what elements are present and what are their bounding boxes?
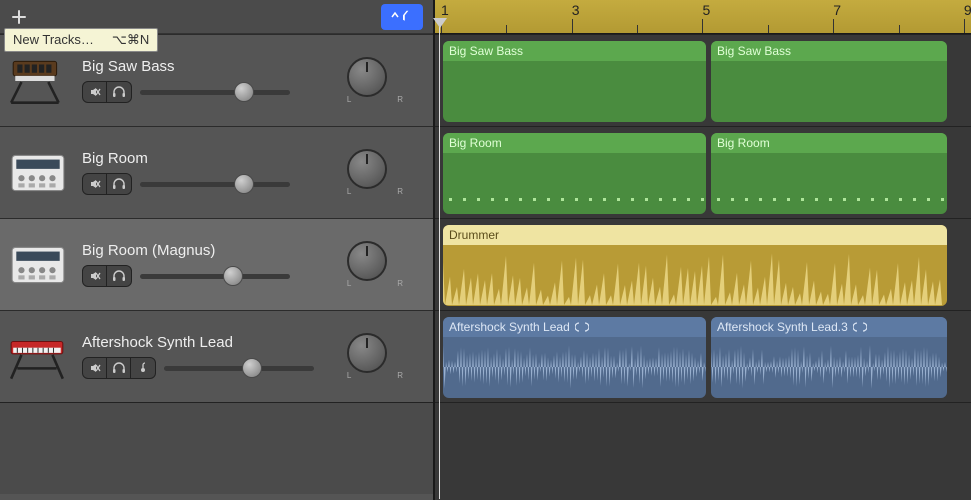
timeline-row[interactable]: Drummer [435,218,971,310]
pan-lr-label: L R [347,279,425,288]
region-label: Big Room [443,133,706,153]
pan-knob[interactable] [347,333,387,373]
solo-button[interactable] [107,358,131,378]
mute-button[interactable] [83,82,107,102]
record-icon [137,362,149,374]
ruler-marker: 9 [964,2,971,18]
volume-slider[interactable] [164,359,314,377]
loop-icon [575,321,589,333]
tooltip-label: New Tracks… [13,32,94,48]
pan-lr-label: L R [347,371,425,380]
pan-knob[interactable] [347,241,387,281]
pan-lr-label: L R [347,95,425,104]
ruler-marker: 7 [833,2,841,18]
filter-icon [390,9,414,25]
ruler-marker: 5 [702,2,710,18]
track-toolbar: New Tracks… ⌥⌘N [0,0,433,34]
region-label: Aftershock Synth Lead [443,317,706,337]
track-button-group [82,357,156,379]
plus-icon [11,9,27,25]
track-name[interactable]: Big Saw Bass [82,58,337,75]
mute-icon [89,362,101,374]
timeline-row[interactable]: Big Saw BassBig Saw Bass [435,34,971,126]
track-list-panel: New Tracks… ⌥⌘N Big Saw Bass L [0,0,435,500]
record-enable-button[interactable] [131,358,155,378]
app-root: New Tracks… ⌥⌘N Big Saw Bass L [0,0,971,500]
pan-knob[interactable] [347,57,387,97]
region[interactable]: Big Saw Bass [443,41,706,122]
track-name[interactable]: Big Room (Magnus) [82,242,337,259]
timeline-row[interactable] [435,402,971,494]
region[interactable]: Aftershock Synth Lead [443,317,706,398]
track-button-group [82,173,132,195]
region[interactable]: Big Room [711,133,947,214]
playhead[interactable] [439,20,440,499]
pan-lr-label: L R [347,187,425,196]
track-name[interactable]: Big Room [82,150,337,167]
timeline-row[interactable]: Big RoomBig Room [435,126,971,218]
headphones-icon [112,178,126,190]
region[interactable]: Drummer [443,225,947,306]
solo-button[interactable] [107,82,131,102]
region-label: Aftershock Synth Lead.3 [711,317,947,337]
arrangement-panel: 13579 Big Saw BassBig Saw BassBig RoomBi… [435,0,971,500]
track-row[interactable]: Big Room (Magnus) L R [0,218,433,310]
volume-slider[interactable] [140,175,290,193]
headphones-icon [112,270,126,282]
instrument-thumbnail[interactable] [4,52,72,110]
mute-button[interactable] [83,174,107,194]
mute-icon [89,178,101,190]
headphones-icon [112,86,126,98]
track-row[interactable]: Aftershock Synth Lead L R [0,310,433,402]
new-tracks-tooltip: New Tracks… ⌥⌘N [4,28,158,52]
mute-button[interactable] [83,266,107,286]
add-track-button[interactable] [6,5,32,29]
volume-slider[interactable] [140,83,290,101]
region-label: Drummer [443,225,947,245]
tracks-container: Big Saw Bass L R Big Room [0,34,433,500]
timeline[interactable]: Big Saw BassBig Saw BassBig RoomBig Room… [435,34,971,500]
ruler-marker: 3 [572,2,580,18]
solo-button[interactable] [107,266,131,286]
instrument-thumbnail[interactable] [4,328,72,386]
track-row[interactable]: Big Room L R [0,126,433,218]
region[interactable]: Big Room [443,133,706,214]
track-button-group [82,265,132,287]
volume-slider[interactable] [140,267,290,285]
mute-icon [89,86,101,98]
instrument-thumbnail[interactable] [4,236,72,294]
filter-button[interactable] [381,4,423,30]
headphones-icon [112,362,126,374]
tooltip-shortcut: ⌥⌘N [112,32,149,48]
region-label: Big Room [711,133,947,153]
region[interactable]: Aftershock Synth Lead.3 [711,317,947,398]
timeline-ruler[interactable]: 1 3 5 7 9 [435,0,971,34]
track-button-group [82,81,132,103]
region-label: Big Saw Bass [443,41,706,61]
ruler-marker: 1 [441,2,449,18]
track-name[interactable]: Aftershock Synth Lead [82,334,337,351]
instrument-thumbnail[interactable] [4,144,72,202]
mute-button[interactable] [83,358,107,378]
pan-knob[interactable] [347,149,387,189]
loop-icon [853,321,867,333]
solo-button[interactable] [107,174,131,194]
region[interactable]: Big Saw Bass [711,41,947,122]
mute-icon [89,270,101,282]
region-label: Big Saw Bass [711,41,947,61]
timeline-row[interactable]: Aftershock Synth LeadAftershock Synth Le… [435,310,971,402]
